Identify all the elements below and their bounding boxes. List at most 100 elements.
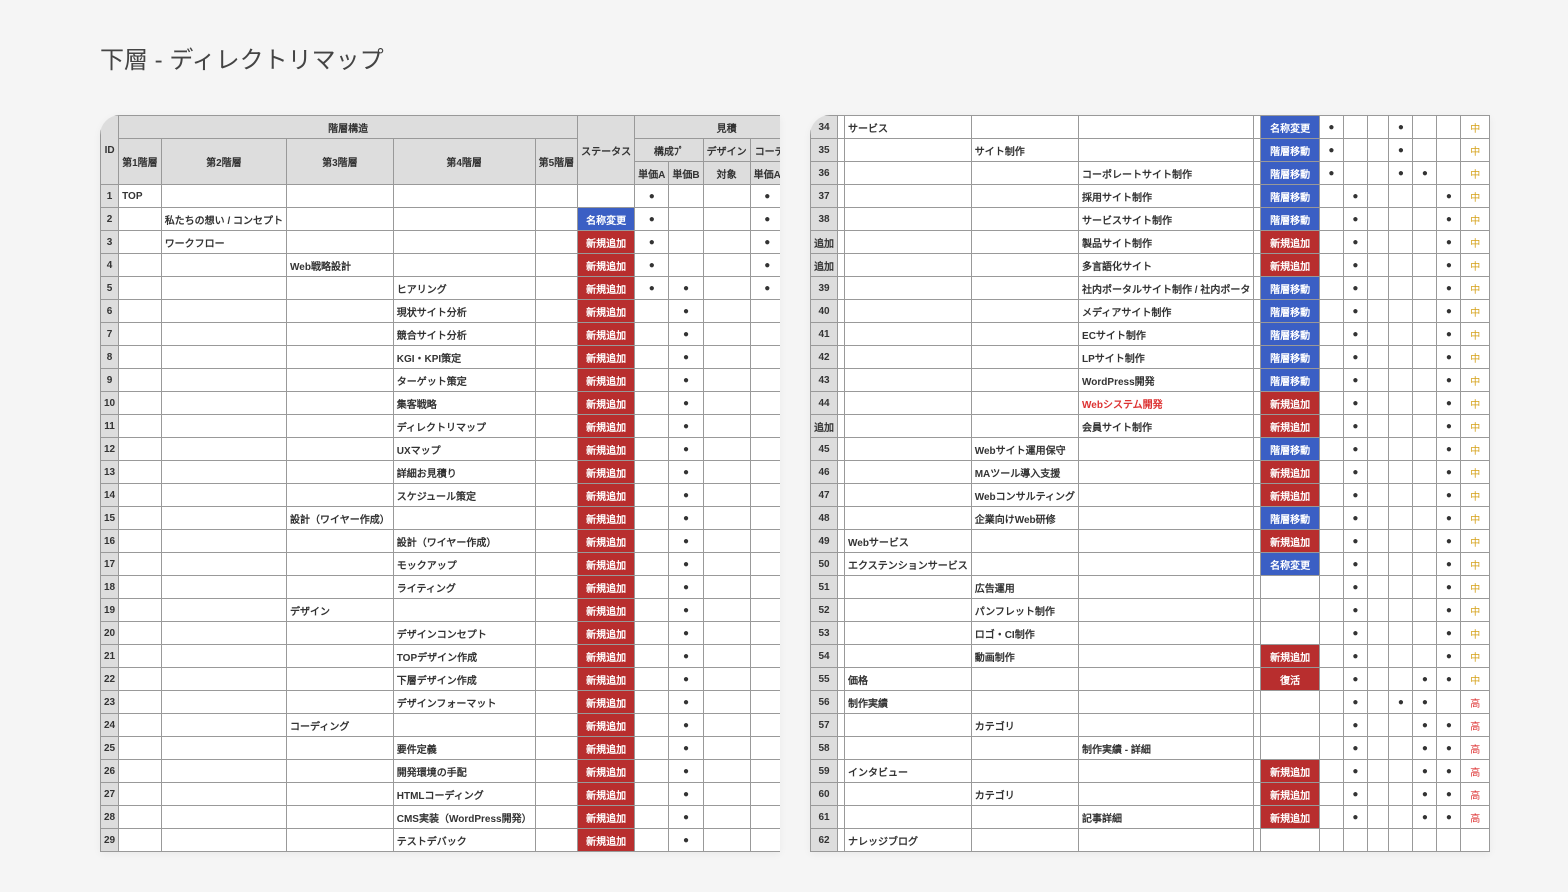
row-id: 17	[101, 553, 119, 576]
table-row: 51 広告運用 ●● 中	[811, 576, 1490, 599]
cell-lvl5	[1254, 392, 1261, 415]
update-cell: 中	[1461, 507, 1490, 530]
cell-lvl3	[287, 185, 394, 208]
row-id: 2	[101, 208, 119, 231]
cell-lvl3	[971, 346, 1078, 369]
table-row: 14 スケジュール策定 新規追加 ●● 中	[101, 484, 781, 507]
dot-cell: ●	[1437, 484, 1461, 507]
dot-cell	[703, 760, 750, 783]
dot-cell: ●	[1437, 369, 1461, 392]
status-cell: 新規追加	[578, 415, 635, 438]
status-cell: 階層移動	[1261, 185, 1320, 208]
row-id: 11	[101, 415, 119, 438]
cell-lvl5	[1254, 116, 1261, 139]
row-id: 14	[101, 484, 119, 507]
dot-cell	[1389, 438, 1413, 461]
table-row: 48 企業向けWeb研修 階層移動 ●● 中	[811, 507, 1490, 530]
status-cell: 新規追加	[578, 277, 635, 300]
table-row: 17 モックアップ 新規追加 ●● 中	[101, 553, 781, 576]
table-row: 54 動画制作 新規追加 ●● 中	[811, 645, 1490, 668]
dot-cell	[635, 369, 669, 392]
table-row: 59 インタビュー 新規追加 ●●● 高	[811, 760, 1490, 783]
dot-cell	[703, 346, 750, 369]
status-cell: 階層移動	[1261, 507, 1320, 530]
cell-lvl3	[287, 576, 394, 599]
cell-lvl4: サービスサイト制作	[1079, 208, 1254, 231]
cell-lvl4: 社内ポータルサイト制作 / 社内ポータ	[1079, 277, 1254, 300]
dot-cell: ●	[1437, 645, 1461, 668]
cell-lvl3	[971, 760, 1078, 783]
dot-cell	[1389, 714, 1413, 737]
row-id: 12	[101, 438, 119, 461]
dot-cell: ●	[1343, 461, 1367, 484]
update-cell: 中	[1461, 277, 1490, 300]
cell-lvl1	[119, 484, 162, 507]
dot-cell: ●	[669, 783, 703, 806]
status-cell: 新規追加	[578, 829, 635, 852]
dot-cell: ●	[1437, 392, 1461, 415]
dot-cell	[1319, 829, 1343, 852]
dot-cell: ●	[1343, 760, 1367, 783]
dot-cell: ●	[635, 231, 669, 254]
row-id: 27	[101, 783, 119, 806]
row-id: 45	[811, 438, 838, 461]
dot-cell: ●	[1319, 162, 1343, 185]
cell-lvl2	[161, 484, 286, 507]
cell-lvl4: 設計（ワイヤー作成）	[393, 530, 535, 553]
cell-lvl4	[1079, 645, 1254, 668]
status-cell: 新規追加	[578, 346, 635, 369]
dot-cell	[1319, 231, 1343, 254]
row-id: 54	[811, 645, 838, 668]
dot-cell	[635, 346, 669, 369]
cell-lvl5	[535, 737, 578, 760]
cell-lvl5	[535, 185, 578, 208]
status-cell: 階層移動	[1261, 438, 1320, 461]
cell-lvl1	[838, 576, 845, 599]
cell-lvl2	[845, 369, 972, 392]
left-table-panel: ID階層構造ステータス見積更新性 第1階層第2階層第3階層第4階層第5階層構成ﾌ…	[100, 115, 780, 852]
status-cell: 新規追加	[578, 668, 635, 691]
row-id: 53	[811, 622, 838, 645]
dot-cell	[750, 645, 780, 668]
cell-lvl1	[838, 691, 845, 714]
update-cell: 高	[1461, 691, 1490, 714]
dot-cell	[635, 783, 669, 806]
dot-cell: ●	[669, 806, 703, 829]
cell-lvl4: モックアップ	[393, 553, 535, 576]
table-row: 6 現状サイト分析 新規追加 ●● 中	[101, 300, 781, 323]
update-cell: 中	[1461, 323, 1490, 346]
update-cell: 高	[1461, 783, 1490, 806]
table-row: 44 Webシステム開発 新規追加 ●● 中	[811, 392, 1490, 415]
cell-lvl5	[1254, 185, 1261, 208]
header-lvl1: 第1階層	[119, 139, 162, 185]
dot-cell	[1413, 622, 1437, 645]
cell-lvl1	[119, 783, 162, 806]
cell-lvl1	[838, 737, 845, 760]
cell-lvl2: インタビュー	[845, 760, 972, 783]
update-cell: 中	[1461, 185, 1490, 208]
table-row: 35 サイト制作 階層移動 ●● 中	[811, 139, 1490, 162]
update-cell: 中	[1461, 231, 1490, 254]
dot-cell	[1319, 714, 1343, 737]
dot-cell	[1367, 760, 1388, 783]
cell-lvl3	[971, 300, 1078, 323]
cell-lvl1	[119, 392, 162, 415]
cell-lvl5	[1254, 162, 1261, 185]
cell-lvl4: メディアサイト制作	[1079, 300, 1254, 323]
table-row: 62 ナレッジブログ	[811, 829, 1490, 852]
dot-cell: ●	[1343, 576, 1367, 599]
dot-cell: ●	[1343, 484, 1367, 507]
dot-cell: ●	[669, 507, 703, 530]
dot-cell	[1413, 484, 1437, 507]
cell-lvl3: 企業向けWeb研修	[971, 507, 1078, 530]
dot-cell	[1389, 530, 1413, 553]
cell-lvl4: ECサイト制作	[1079, 323, 1254, 346]
cell-lvl1	[838, 323, 845, 346]
dot-cell	[750, 346, 780, 369]
dot-cell	[1367, 829, 1388, 852]
cell-lvl1	[119, 668, 162, 691]
dot-cell	[750, 737, 780, 760]
status-cell: 階層移動	[1261, 323, 1320, 346]
table-row: 16 設計（ワイヤー作成） 新規追加 ●● 中	[101, 530, 781, 553]
cell-lvl1	[119, 806, 162, 829]
